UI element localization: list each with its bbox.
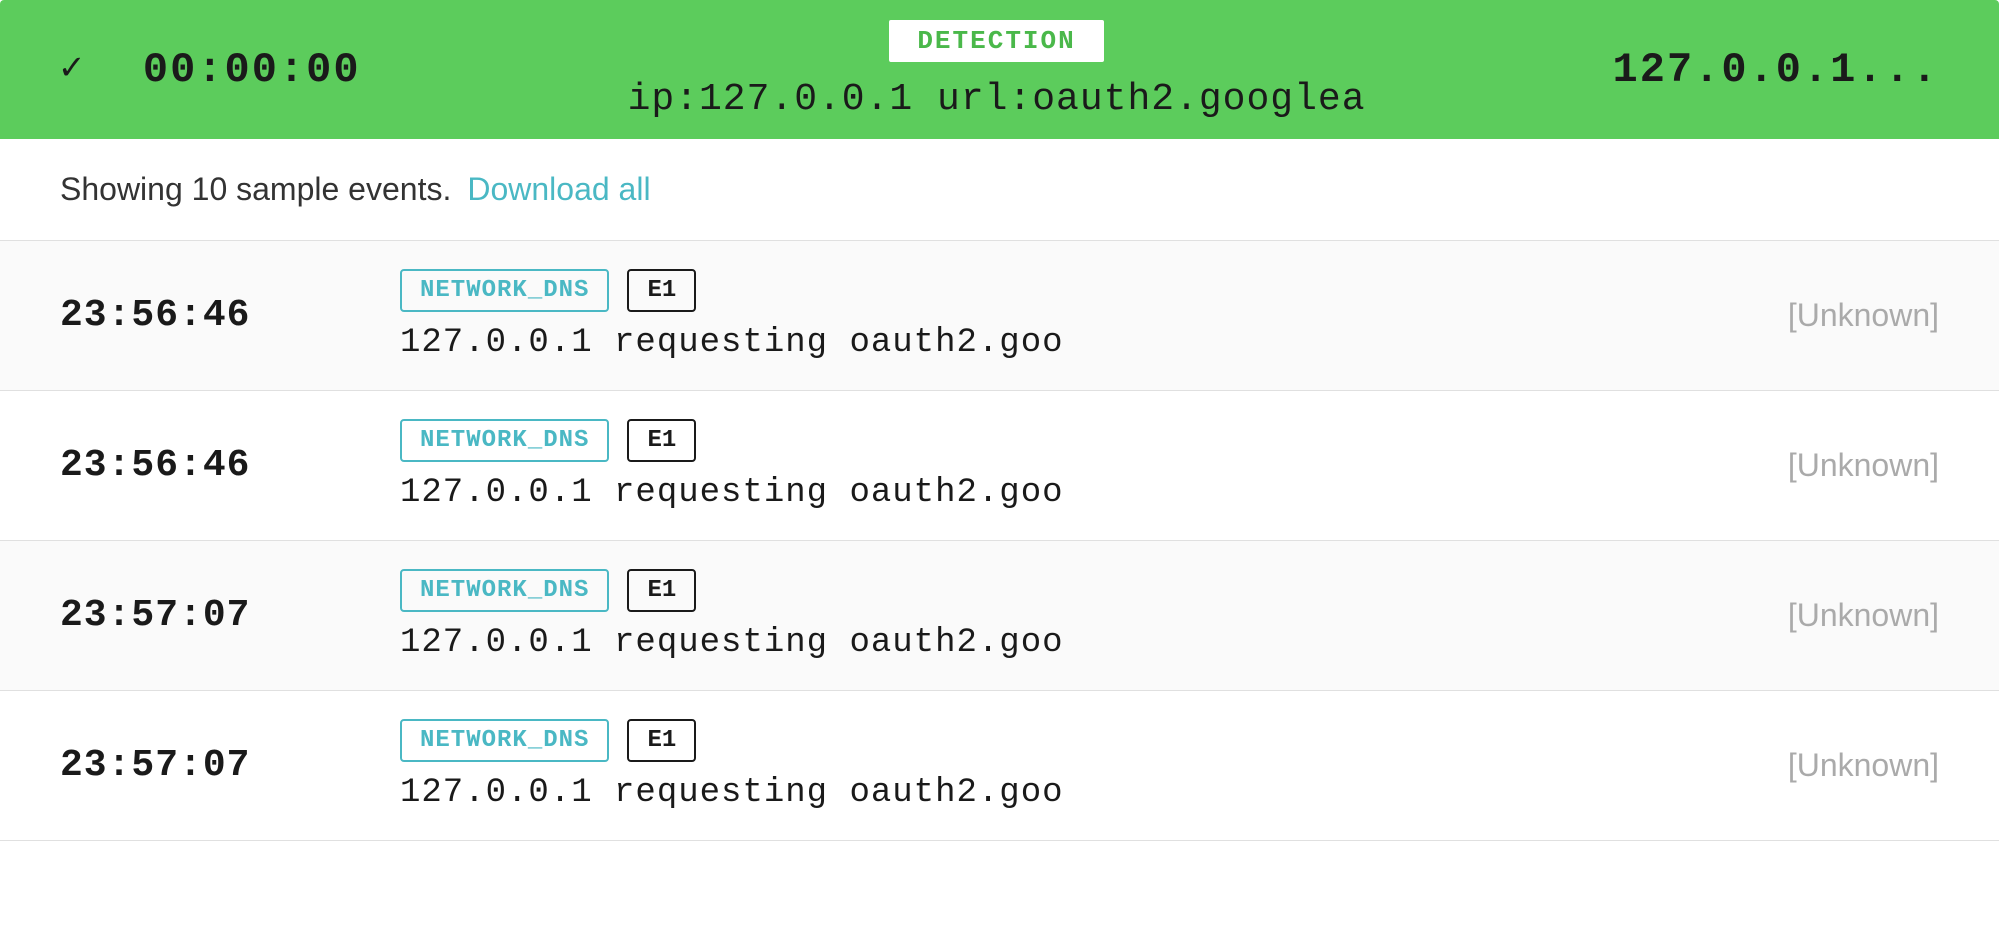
event-time: 23:57:07 [60,594,320,637]
event-details: NETWORK_DNS E1 127.0.0.1 requesting oaut… [320,269,1719,362]
header-center: DETECTION ip:127.0.0.1 url:oauth2.google… [441,18,1553,121]
badge-network-dns: NETWORK_DNS [400,419,609,462]
event-message: 127.0.0.1 requesting oauth2.goo [400,624,1064,662]
download-all-link[interactable]: Download all [467,171,650,208]
badge-network-dns: NETWORK_DNS [400,719,609,762]
badge-level: E1 [627,719,696,762]
header-time: 00:00:00 [143,46,361,94]
event-time: 23:56:46 [60,294,320,337]
table-row[interactable]: 23:57:07 NETWORK_DNS E1 127.0.0.1 reques… [0,541,1999,691]
event-details: NETWORK_DNS E1 127.0.0.1 requesting oaut… [320,419,1719,512]
event-status: [Unknown] [1719,747,1939,784]
badge-network-dns: NETWORK_DNS [400,269,609,312]
event-status: [Unknown] [1719,297,1939,334]
event-badges: NETWORK_DNS E1 [400,569,696,612]
event-badges: NETWORK_DNS E1 [400,419,696,462]
chevron-icon[interactable]: ✓ [60,51,83,89]
badge-level: E1 [627,419,696,462]
badge-level: E1 [627,269,696,312]
header-ip: 127.0.0.1... [1613,46,1939,94]
badge-network-dns: NETWORK_DNS [400,569,609,612]
table-row[interactable]: 23:56:46 NETWORK_DNS E1 127.0.0.1 reques… [0,241,1999,391]
sample-events-text: Showing 10 sample events. [60,171,451,208]
sample-bar: Showing 10 sample events. Download all [0,139,1999,241]
header-row: ✓ 00:00:00 DETECTION ip:127.0.0.1 url:oa… [0,0,1999,139]
table-row[interactable]: 23:57:07 NETWORK_DNS E1 127.0.0.1 reques… [0,691,1999,841]
event-details: NETWORK_DNS E1 127.0.0.1 requesting oaut… [320,719,1719,812]
header-description: ip:127.0.0.1 url:oauth2.googlea [628,78,1366,121]
badge-level: E1 [627,569,696,612]
event-status: [Unknown] [1719,597,1939,634]
event-badges: NETWORK_DNS E1 [400,719,696,762]
event-badges: NETWORK_DNS E1 [400,269,696,312]
detection-badge: DETECTION [887,18,1105,64]
event-details: NETWORK_DNS E1 127.0.0.1 requesting oaut… [320,569,1719,662]
event-message: 127.0.0.1 requesting oauth2.goo [400,324,1064,362]
event-time: 23:56:46 [60,444,320,487]
event-status: [Unknown] [1719,447,1939,484]
event-time: 23:57:07 [60,744,320,787]
event-message: 127.0.0.1 requesting oauth2.goo [400,474,1064,512]
table-row[interactable]: 23:56:46 NETWORK_DNS E1 127.0.0.1 reques… [0,391,1999,541]
events-list: 23:56:46 NETWORK_DNS E1 127.0.0.1 reques… [0,241,1999,841]
event-message: 127.0.0.1 requesting oauth2.goo [400,774,1064,812]
